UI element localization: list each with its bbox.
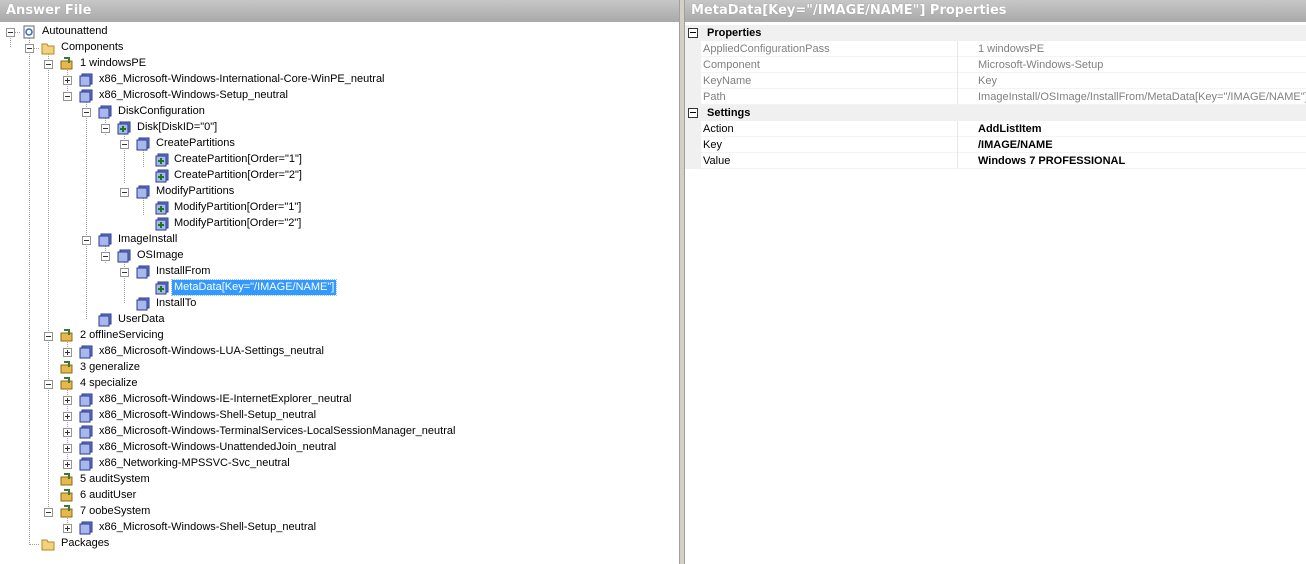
- expand-icon[interactable]: [63, 524, 72, 533]
- component-icon: [79, 521, 93, 535]
- answer-file-icon: [22, 25, 36, 39]
- config-pass-icon: [60, 377, 74, 391]
- list-item-icon: [155, 169, 169, 183]
- property-row-component[interactable]: Component Microsoft-Windows-Setup: [685, 57, 1306, 73]
- component-icon: [79, 393, 93, 407]
- collapse-icon[interactable]: [44, 60, 53, 69]
- properties-pane: MetaData[Key="/IMAGE/NAME"] Properties P…: [685, 0, 1306, 564]
- collapse-icon[interactable]: [25, 44, 34, 53]
- property-row-value[interactable]: Value Windows 7 PROFESSIONAL: [685, 153, 1306, 169]
- property-row-applied-pass[interactable]: AppliedConfigurationPass 1 windowsPE: [685, 41, 1306, 57]
- collapse-icon[interactable]: [82, 236, 91, 245]
- collapse-icon[interactable]: [120, 140, 129, 149]
- expand-icon[interactable]: [63, 76, 72, 85]
- expand-icon[interactable]: [63, 460, 72, 469]
- list-item-icon: [155, 217, 169, 231]
- component-icon: [136, 185, 150, 199]
- config-pass-icon: [60, 489, 74, 503]
- collapse-icon[interactable]: [44, 332, 53, 341]
- component-icon: [98, 233, 112, 247]
- component-icon: [98, 105, 112, 119]
- component-icon: [79, 73, 93, 87]
- property-row-action[interactable]: Action AddListItem: [685, 121, 1306, 137]
- component-icon: [98, 313, 112, 327]
- category-settings[interactable]: Settings: [685, 105, 1306, 121]
- expand-icon[interactable]: [63, 348, 72, 357]
- collapse-icon[interactable]: [63, 92, 72, 101]
- expand-icon[interactable]: [63, 444, 72, 453]
- component-icon: [79, 89, 93, 103]
- component-icon: [79, 457, 93, 471]
- component-icon: [136, 265, 150, 279]
- collapse-icon[interactable]: [101, 252, 110, 261]
- collapse-icon[interactable]: [44, 508, 53, 517]
- collapse-icon[interactable]: [82, 108, 91, 117]
- answer-file-pane: Answer File Autounattend Components 1 wi…: [0, 0, 679, 564]
- config-pass-icon: [60, 473, 74, 487]
- list-item-icon: [155, 201, 169, 215]
- collapse-icon[interactable]: [6, 28, 15, 37]
- category-properties[interactable]: Properties: [685, 25, 1306, 41]
- component-icon: [117, 249, 131, 263]
- config-pass-icon: [60, 361, 74, 375]
- property-grid[interactable]: Properties AppliedConfigurationPass 1 wi…: [685, 25, 1306, 169]
- config-pass-icon: [60, 505, 74, 519]
- expand-icon[interactable]: [63, 396, 72, 405]
- collapse-icon[interactable]: [120, 188, 129, 197]
- properties-header: MetaData[Key="/IMAGE/NAME"] Properties: [685, 0, 1306, 22]
- folder-icon: [41, 537, 55, 551]
- component-icon: [79, 345, 93, 359]
- list-item-icon: [155, 281, 169, 295]
- component-icon: [136, 137, 150, 151]
- list-item-icon: [117, 121, 131, 135]
- expand-icon[interactable]: [63, 412, 72, 421]
- property-row-key[interactable]: Key /IMAGE/NAME: [685, 137, 1306, 153]
- collapse-icon[interactable]: [688, 28, 698, 38]
- component-icon: [79, 409, 93, 423]
- collapse-icon[interactable]: [101, 124, 110, 133]
- collapse-icon[interactable]: [688, 108, 698, 118]
- property-row-path[interactable]: Path ImageInstall/OSImage/InstallFrom/Me…: [685, 89, 1306, 105]
- config-pass-icon: [60, 329, 74, 343]
- collapse-icon[interactable]: [120, 268, 129, 277]
- answer-file-header: Answer File: [0, 0, 679, 22]
- config-pass-icon: [60, 57, 74, 71]
- component-icon: [79, 425, 93, 439]
- component-icon: [79, 441, 93, 455]
- folder-icon: [41, 41, 55, 55]
- component-icon: [136, 297, 150, 311]
- property-row-keyname[interactable]: KeyName Key: [685, 73, 1306, 89]
- expand-icon[interactable]: [63, 428, 72, 437]
- list-item-icon: [155, 153, 169, 167]
- collapse-icon[interactable]: [44, 380, 53, 389]
